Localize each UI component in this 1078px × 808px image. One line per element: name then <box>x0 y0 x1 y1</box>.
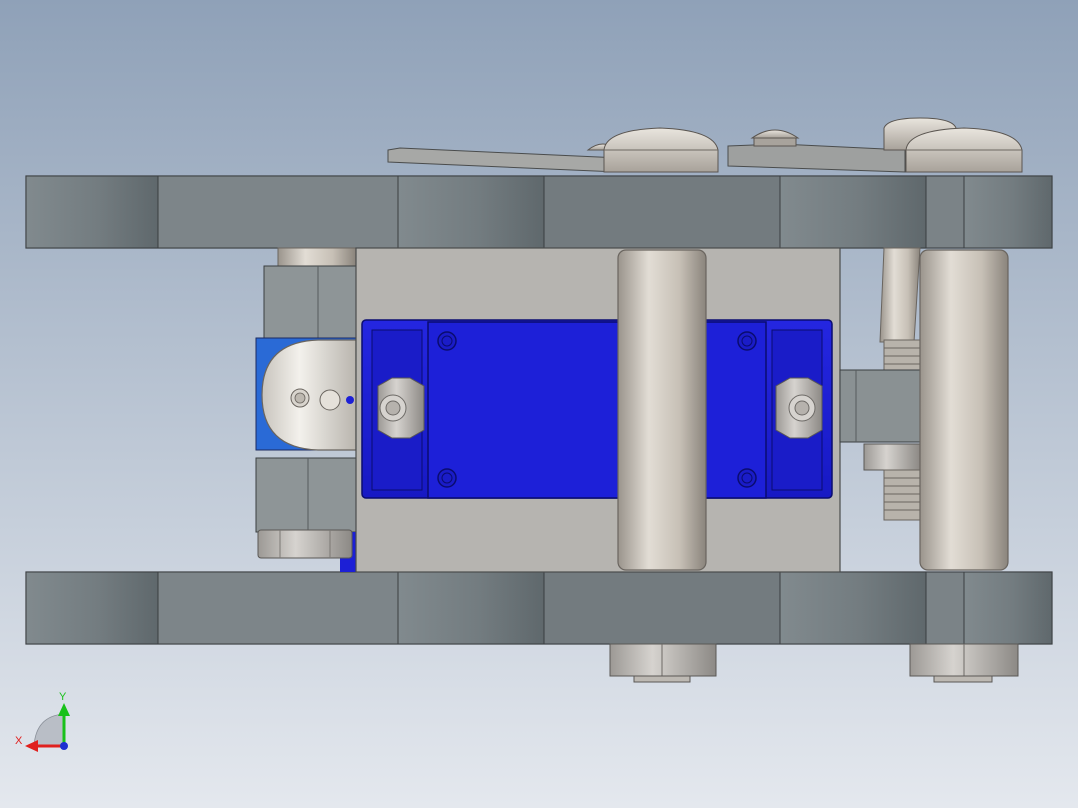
case-screw <box>437 468 457 488</box>
cad-viewport[interactable]: Y X <box>0 0 1078 808</box>
hex-nut <box>609 643 717 677</box>
y-axis-label: Y <box>59 691 67 703</box>
standoff[interactable] <box>617 249 707 571</box>
standoff[interactable] <box>919 249 1009 571</box>
case-screw <box>737 331 757 351</box>
top-plate[interactable] <box>25 175 1053 249</box>
left-linkage[interactable] <box>255 247 357 572</box>
horn-spline <box>319 389 341 411</box>
spring-screw-upper <box>879 247 921 343</box>
link-arm <box>839 369 925 443</box>
x-axis-label: X <box>15 735 23 747</box>
hex-nut <box>863 443 921 471</box>
hex-nut <box>257 529 353 559</box>
z-axis-origin <box>60 742 68 750</box>
bottom-plate[interactable] <box>25 571 1053 645</box>
case-screw <box>437 331 457 351</box>
servo-case-top <box>427 321 767 499</box>
case-screw <box>737 468 757 488</box>
servo-motor[interactable] <box>361 319 833 499</box>
